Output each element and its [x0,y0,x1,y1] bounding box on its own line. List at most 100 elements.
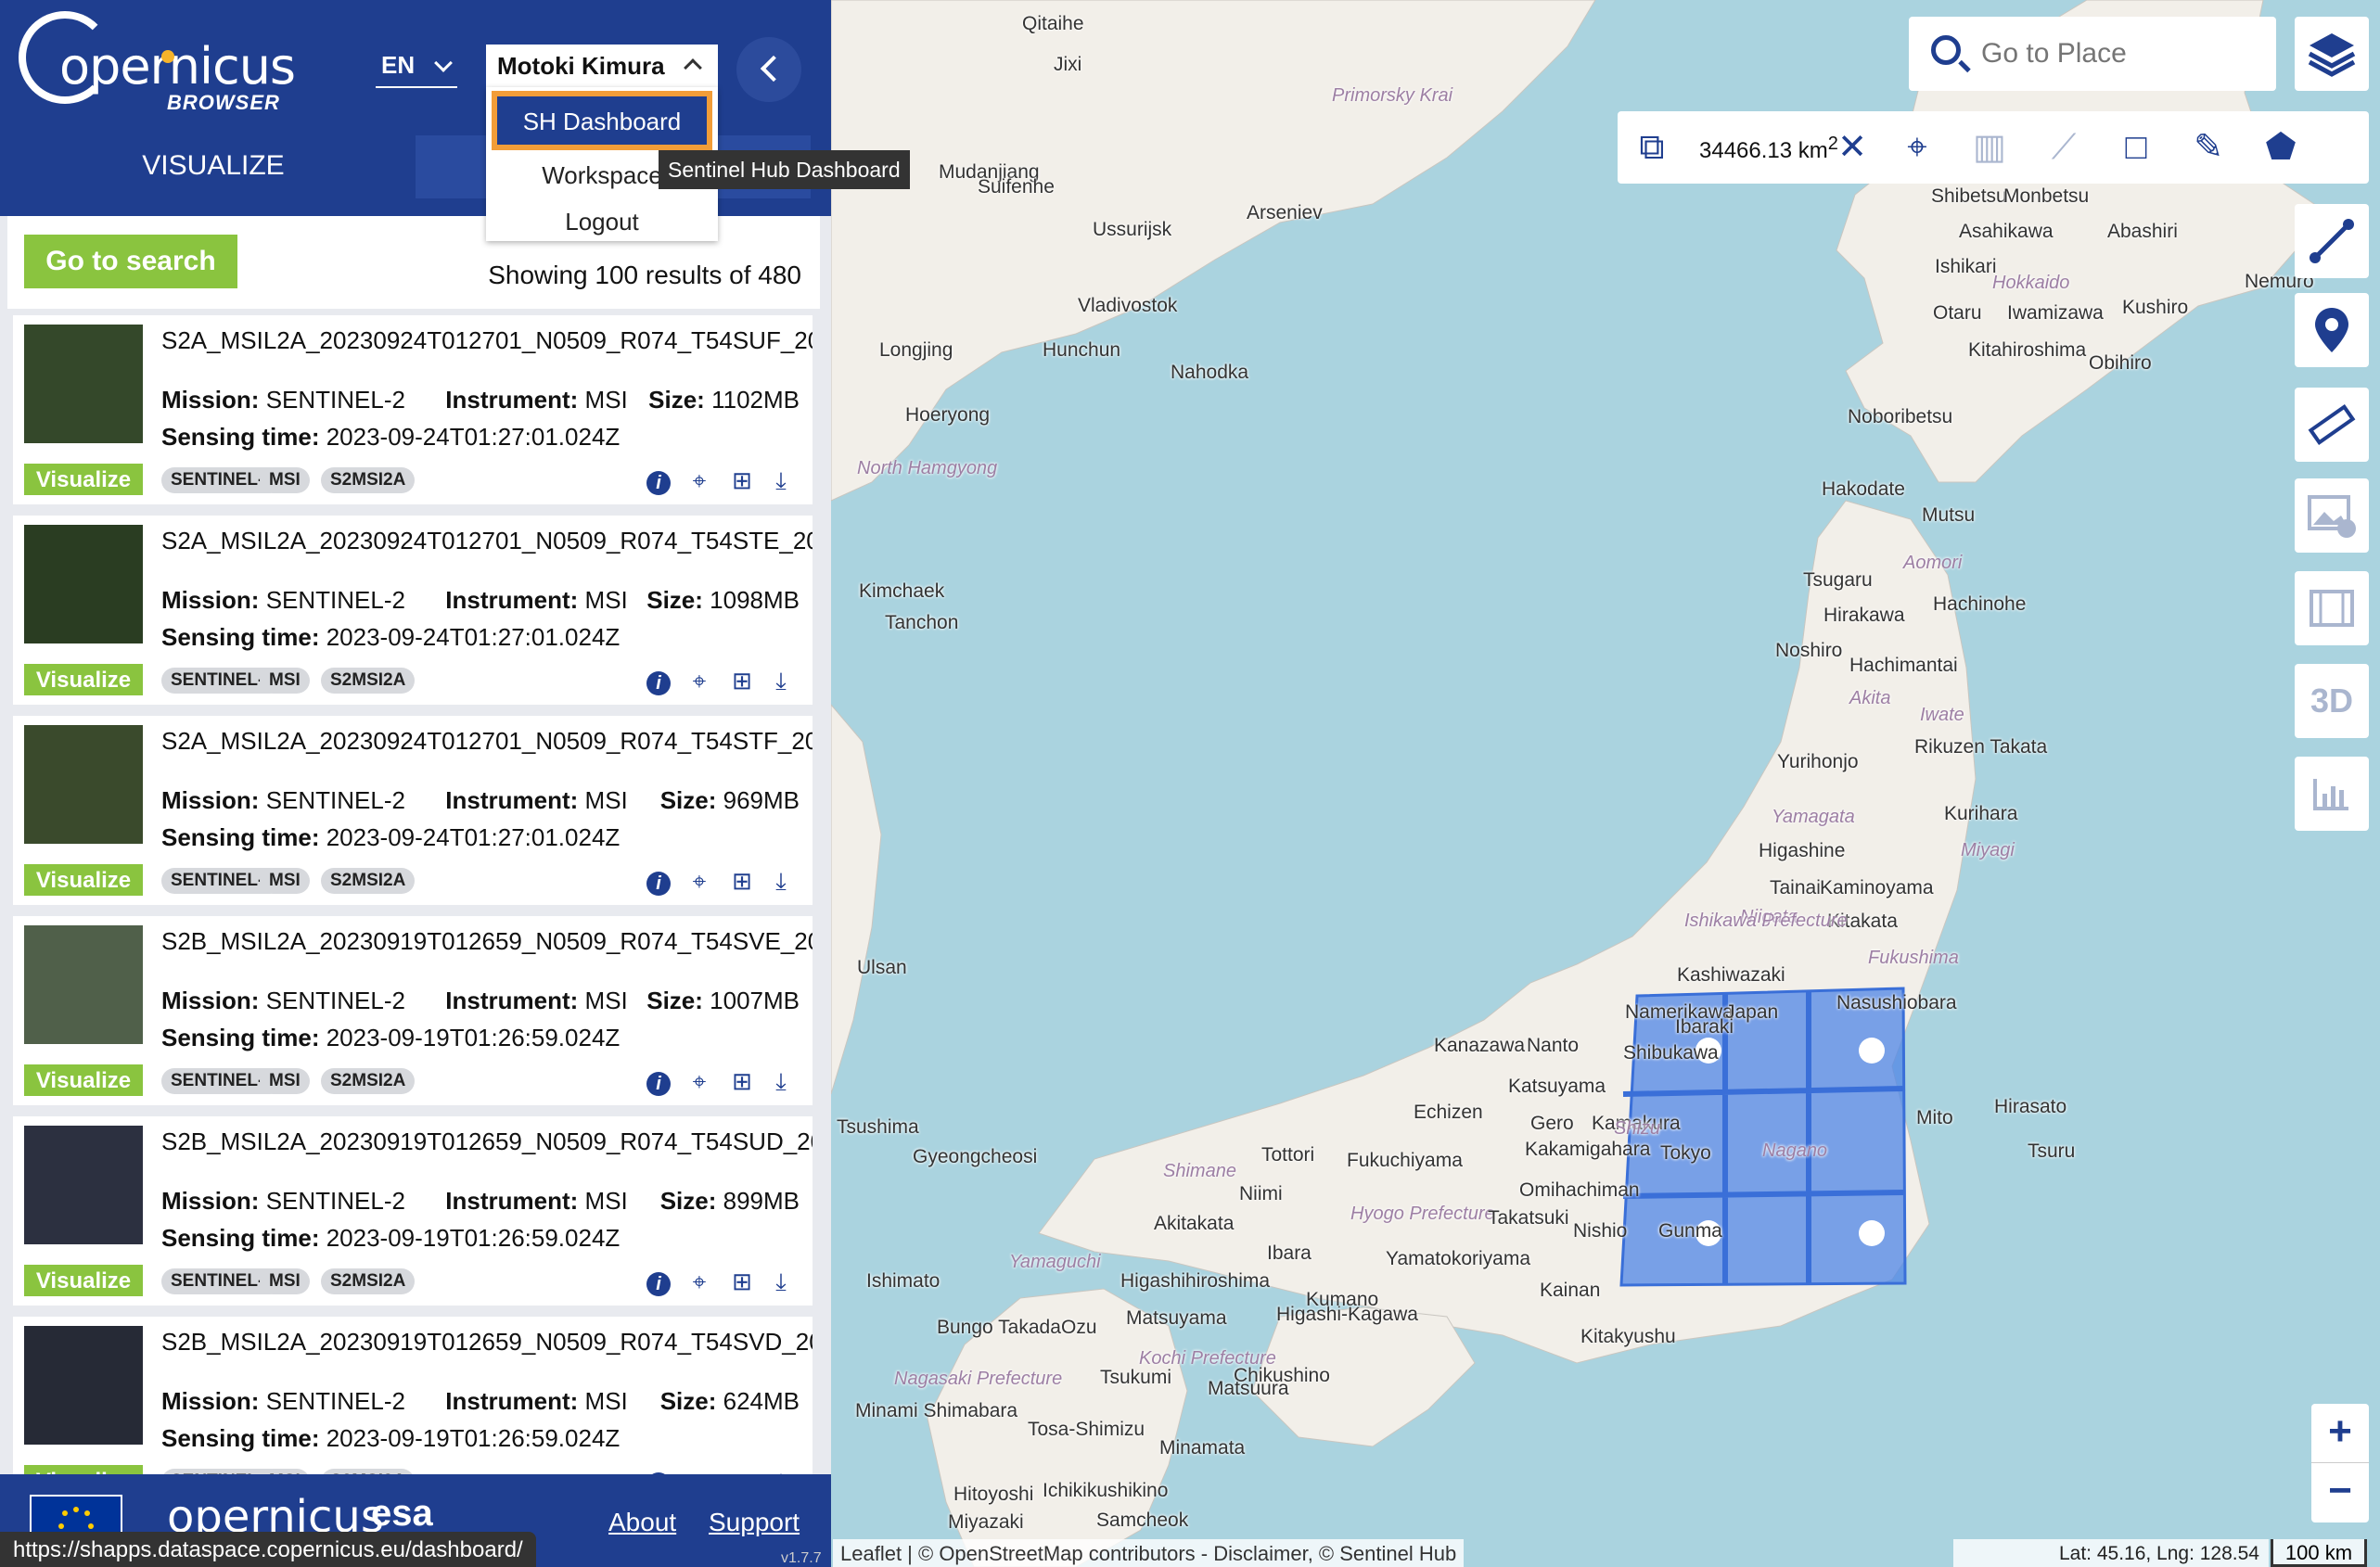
zoom-in-button[interactable]: + [2311,1404,2369,1463]
zoom-to-tile-icon[interactable]: ⌖ [685,1267,714,1296]
info-icon[interactable]: i [644,866,673,896]
measure-line-button[interactable] [2295,204,2369,278]
results-list[interactable]: S2A_MSIL2A_20230924T012701_N0509_R074_T5… [13,315,813,1474]
map-label: Hachinohe [1933,593,2027,615]
result-card[interactable]: S2A_MSIL2A_20230924T012701_N0509_R074_T5… [13,716,813,905]
product-tag: S2MSI2A [321,467,416,493]
zoom-to-tile-icon[interactable]: ⌖ [685,1467,714,1474]
info-icon[interactable]: i [644,666,673,695]
map-attribution[interactable]: Leaflet | © OpenStreetMap contributors -… [833,1539,1465,1567]
statistics-button[interactable] [2295,757,2369,831]
zoom-out-button[interactable]: − [2311,1463,2369,1522]
zoom-to-tile-icon[interactable]: ⌖ [685,465,714,495]
clear-aoi-icon[interactable]: ✕ [1829,124,1875,171]
info-icon[interactable]: i [644,1467,673,1474]
ruler-button[interactable] [2295,388,2369,462]
visualize-button[interactable]: Visualize [24,1465,143,1474]
sensing-label: Sensing time: [161,823,320,851]
3d-button[interactable]: 3D [2295,664,2369,738]
sensing-row: Sensing time: 2023-09-24T01:27:01.024Z [161,423,620,452]
user-menu-button[interactable]: Motoki Kimura [486,45,718,87]
instrument-label: Instrument: [445,1187,579,1215]
info-icon[interactable]: i [644,465,673,495]
trend-chart-icon[interactable]: ⟋ [2041,124,2087,171]
histogram-icon[interactable]: ▥ [1966,124,2013,171]
map-label: Kaminoyama [1820,877,1934,898]
download-icon[interactable]: ⤓ [766,866,796,896]
copy-icon[interactable]: ⧉ [1629,124,1675,171]
result-card[interactable]: S2A_MSIL2A_20230924T012701_N0509_R074_T5… [13,516,813,705]
collapse-panel-button[interactable] [736,37,801,102]
map-label: Gyeongcheosi [913,1146,1038,1167]
rectangle-icon[interactable]: □ [2113,124,2159,171]
download-icon[interactable]: ⤓ [766,1267,796,1296]
layers-icon [2308,33,2356,77]
result-card[interactable]: S2B_MSIL2A_20230919T012659_N0509_R074_T5… [13,1116,813,1306]
download-icon[interactable]: ⤓ [766,1066,796,1096]
map-label: Takatsuki [1488,1207,1569,1229]
add-to-workspace-icon[interactable]: ⊞ [727,1267,757,1296]
map-label: Shimane [1163,1161,1236,1181]
sensing-value: 2023-09-19T01:26:59.024Z [326,1024,621,1051]
zoom-to-tile-icon[interactable]: ⌖ [685,866,714,896]
product-tag: MSI [260,467,310,493]
go-to-search-button[interactable]: Go to search [24,235,237,288]
visualize-button[interactable]: Visualize [24,864,143,896]
result-thumbnail[interactable] [24,1126,143,1244]
result-thumbnail[interactable] [24,325,143,443]
size-label: Size: [659,786,717,814]
map-label: Yamatokoriyama [1386,1248,1531,1269]
result-card[interactable]: S2A_MSIL2A_20230924T012701_N0509_R074_T5… [13,315,813,504]
result-thumbnail[interactable] [24,1326,143,1445]
polygon-icon[interactable]: ⬟ [2258,124,2304,171]
visualize-button[interactable]: Visualize [24,464,143,495]
go-to-place-input[interactable] [1981,32,2259,76]
size-row: Size: 969MB [660,786,800,815]
product-tag: MSI [260,1268,310,1294]
add-to-workspace-icon[interactable]: ⊞ [727,465,757,495]
result-card[interactable]: S2B_MSIL2A_20230919T012659_N0509_R074_T5… [13,916,813,1105]
layers-button[interactable] [2295,17,2369,91]
info-icon[interactable]: i [644,1267,673,1296]
result-thumbnail[interactable] [24,725,143,844]
size-value: 969MB [723,786,800,814]
add-to-workspace-icon[interactable]: ⊞ [727,866,757,896]
info-icon[interactable]: i [644,1066,673,1096]
tab-visualize[interactable]: VISUALIZE [93,150,334,182]
timelapse-button[interactable] [2295,571,2369,645]
map-label: Nagasaki Prefecture [894,1369,1063,1389]
support-link[interactable]: Support [709,1508,800,1537]
visualize-button[interactable]: Visualize [24,664,143,695]
pencil-icon[interactable]: ✎ [2185,124,2232,171]
crosshair-icon[interactable]: ⌖ [1894,124,1940,171]
status-bar-url: https://shapps.dataspace.copernicus.eu/d… [0,1532,536,1567]
poi-button[interactable] [2295,293,2369,367]
add-to-workspace-icon[interactable]: ⊞ [727,1066,757,1096]
image-download-button[interactable] [2295,478,2369,553]
download-icon[interactable]: ⤓ [766,666,796,695]
map-label: Kanazawa [1434,1035,1526,1056]
add-to-workspace-icon[interactable]: ⊞ [727,1467,757,1474]
map-label: Kumano [1306,1289,1379,1310]
menu-item-logout[interactable]: Logout [486,198,718,241]
result-card[interactable]: S2B_MSIL2A_20230919T012659_N0509_R074_T5… [13,1317,813,1474]
bar-chart-icon [2313,779,2348,810]
result-thumbnail[interactable] [24,925,143,1044]
download-icon[interactable]: ⤓ [766,1467,796,1474]
visualize-button[interactable]: Visualize [24,1064,143,1096]
place-search[interactable] [1909,17,2276,91]
menu-item-sh-dashboard[interactable]: SH Dashboard [492,91,712,150]
map-label: Hoeryong [905,404,991,426]
result-thumbnail[interactable] [24,525,143,643]
zoom-to-tile-icon[interactable]: ⌖ [685,666,714,695]
mission-value: SENTINEL-2 [265,786,405,814]
copernicus-logo[interactable]: opernicus BROWSER [19,11,296,114]
download-icon[interactable]: ⤓ [766,465,796,495]
zoom-to-tile-icon[interactable]: ⌖ [685,1066,714,1096]
about-link[interactable]: About [608,1508,676,1537]
visualize-button[interactable]: Visualize [24,1265,143,1296]
add-to-workspace-icon[interactable]: ⊞ [727,666,757,695]
sensing-value: 2023-09-19T01:26:59.024Z [326,1224,621,1252]
map-label: Kitahiroshima [1968,339,2087,361]
language-select[interactable]: EN [376,51,457,88]
